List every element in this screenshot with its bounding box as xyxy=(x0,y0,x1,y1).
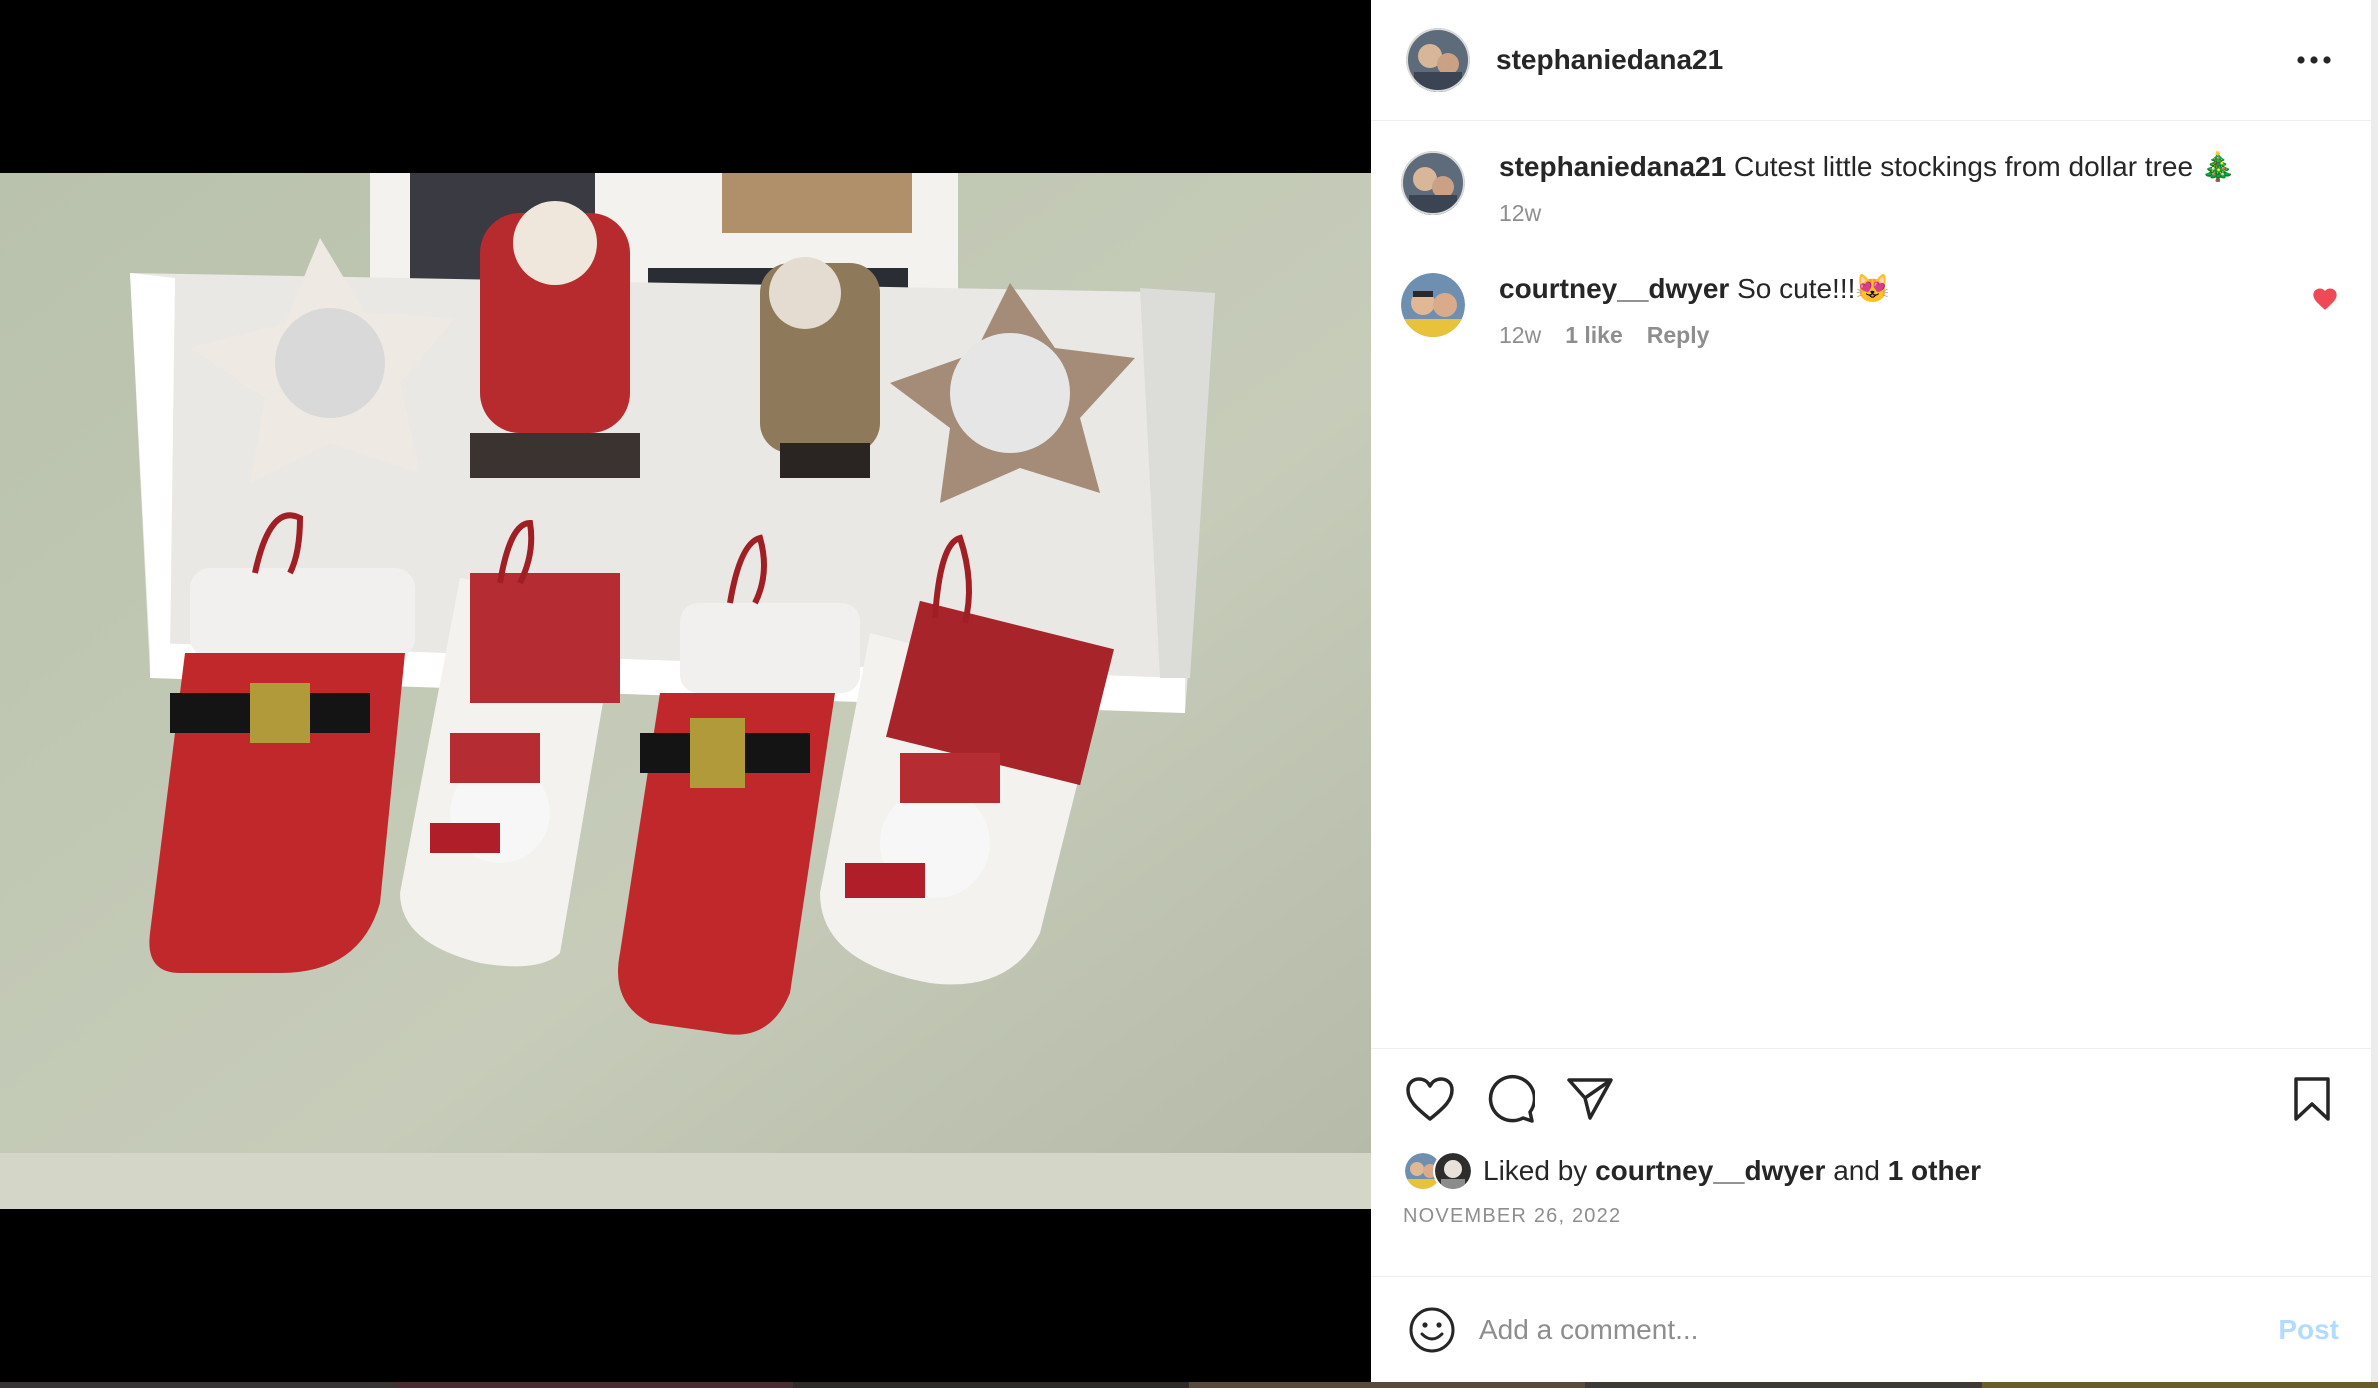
post-panel: stephaniedana21 stephaniedana21 Cutest l… xyxy=(1371,0,2371,1382)
heart-icon xyxy=(1406,1077,1454,1121)
author-avatar[interactable] xyxy=(1406,28,1470,92)
bookmark-icon xyxy=(2294,1077,2330,1121)
caption-username[interactable]: stephaniedana21 xyxy=(1499,151,1726,182)
post-photo[interactable] xyxy=(0,173,1371,1209)
likes-others[interactable]: 1 other xyxy=(1888,1155,1981,1187)
comments-list[interactable]: stephaniedana21 Cutest little stockings … xyxy=(1371,121,2371,1048)
save-button[interactable] xyxy=(2285,1072,2339,1126)
heart-filled-icon[interactable] xyxy=(2311,285,2339,313)
comment-bubble-icon xyxy=(1488,1075,1535,1123)
comment-input[interactable] xyxy=(1477,1312,2279,1347)
post-actions: Liked by courtney__dwyer and 1 other NOV… xyxy=(1371,1048,2371,1276)
comment-reply-button[interactable]: Reply xyxy=(1647,317,1710,353)
background-strip xyxy=(0,1382,2378,1388)
more-options-button[interactable] xyxy=(2289,35,2339,85)
comment-button[interactable] xyxy=(1483,1072,1537,1126)
commenter-avatar[interactable] xyxy=(1401,273,1465,337)
comment-text: So cute!!!😻 xyxy=(1737,273,1891,304)
panel-edge xyxy=(2371,0,2378,1382)
like-button[interactable] xyxy=(1403,1072,1457,1126)
share-button[interactable] xyxy=(1563,1072,1617,1126)
caption-age[interactable]: 12w xyxy=(1499,195,1541,231)
post-modal: stephaniedana21 stephaniedana21 Cutest l… xyxy=(0,0,2378,1382)
caption-author-avatar[interactable] xyxy=(1401,151,1465,215)
liker-avatar[interactable] xyxy=(1433,1151,1473,1191)
caption-text: Cutest little stockings from dollar tree… xyxy=(1733,151,2236,182)
likes-and: and xyxy=(1833,1155,1880,1186)
caption: stephaniedana21 Cutest little stockings … xyxy=(1401,149,2339,231)
comment-username[interactable]: courtney__dwyer xyxy=(1499,273,1729,304)
likes-user[interactable]: courtney__dwyer xyxy=(1595,1155,1825,1187)
add-comment-bar: Post xyxy=(1371,1276,2371,1382)
emoji-smile-icon[interactable] xyxy=(1407,1305,1457,1355)
comment-item: courtney__dwyer So cute!!!😻 12w 1 like R… xyxy=(1401,271,2339,353)
post-media[interactable] xyxy=(0,0,1371,1382)
more-horizontal-icon xyxy=(2297,56,2331,64)
likes-prefix: Liked by xyxy=(1483,1155,1588,1186)
post-comment-button[interactable]: Post xyxy=(2278,1314,2339,1346)
paper-plane-icon xyxy=(1567,1078,1613,1120)
post-date[interactable]: NOVEMBER 26, 2022 xyxy=(1403,1205,2339,1228)
action-row xyxy=(1403,1071,2339,1127)
likers-avatars[interactable] xyxy=(1403,1151,1477,1191)
author-username[interactable]: stephaniedana21 xyxy=(1496,44,1723,76)
post-header: stephaniedana21 xyxy=(1371,0,2371,121)
likes-summary: Liked by courtney__dwyer and 1 other xyxy=(1403,1151,2339,1191)
comment-age[interactable]: 12w xyxy=(1499,317,1541,353)
comment-likes-count[interactable]: 1 like xyxy=(1565,317,1623,353)
